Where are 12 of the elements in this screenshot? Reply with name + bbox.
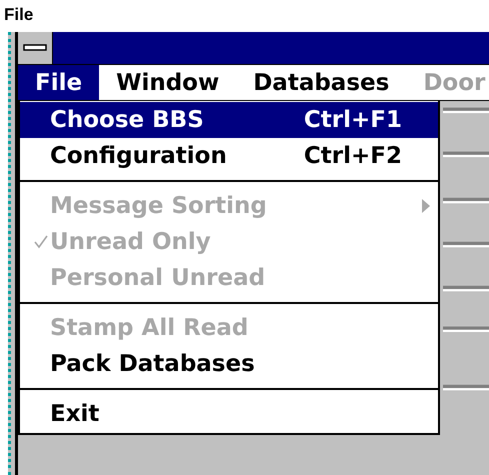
menu-item[interactable]: Pack Databases: [20, 346, 438, 382]
menu-item[interactable]: Configuration Ctrl+F2: [20, 138, 438, 174]
shortcut-label: Ctrl+F2: [304, 143, 403, 169]
dash-icon: [23, 44, 47, 52]
menu-item[interactable]: Choose BBS Ctrl+F1: [20, 102, 438, 138]
menu-item[interactable]: Databases: [236, 65, 406, 100]
menu-item[interactable]: Window: [99, 65, 236, 100]
menu-item[interactable]: File: [18, 65, 100, 100]
page-title: File: [4, 5, 34, 24]
shortcut-label: Ctrl+F1: [304, 107, 403, 133]
system-menu-button[interactable]: [18, 32, 53, 64]
menu-item[interactable]: Exit: [20, 396, 438, 432]
